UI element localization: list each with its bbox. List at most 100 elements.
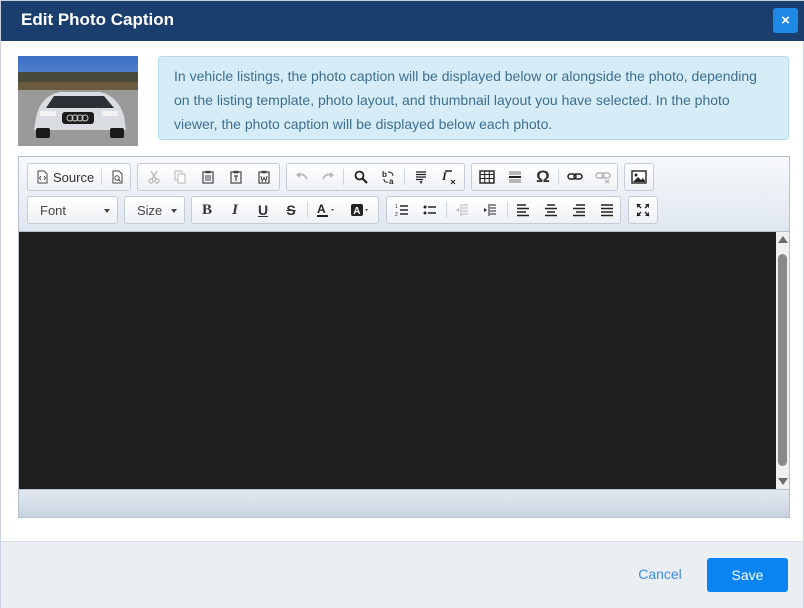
image-group xyxy=(624,163,654,191)
paste-text-button[interactable] xyxy=(225,167,247,187)
clipboard-group xyxy=(137,163,280,191)
svg-text:1: 1 xyxy=(395,204,398,210)
select-all-button[interactable] xyxy=(410,167,432,187)
source-button-label: Source xyxy=(53,169,95,185)
align-center-icon xyxy=(545,204,557,217)
chevron-down-icon xyxy=(171,209,177,213)
toolbar-separator xyxy=(404,169,405,185)
bulleted-list-icon xyxy=(423,205,436,215)
svg-text:A: A xyxy=(353,206,360,217)
preview-button[interactable] xyxy=(106,167,128,187)
basic-styles-group: B I U S A A xyxy=(191,196,379,224)
remove-format-icon: I xyxy=(441,169,456,185)
cancel-button[interactable]: Cancel xyxy=(629,566,691,584)
source-button[interactable]: Source xyxy=(31,167,97,187)
italic-icon: I xyxy=(232,201,238,218)
background-color-button[interactable]: A xyxy=(348,200,376,220)
replace-button[interactable]: b a xyxy=(378,167,400,187)
search-icon xyxy=(354,170,368,184)
align-left-button[interactable] xyxy=(512,200,534,220)
paste-icon xyxy=(202,170,214,184)
caption-rich-text-editor: Source b a I Ω Font Size B I U S A A 1 2 xyxy=(18,156,790,518)
bulleted-list-button[interactable] xyxy=(419,200,441,220)
numbered-list-button[interactable]: 1 2 xyxy=(391,200,413,220)
editing-group: b a I xyxy=(286,163,465,191)
paragraph-group: 1 2 xyxy=(386,196,621,224)
preview-icon xyxy=(112,170,123,184)
editor-scrollbar[interactable] xyxy=(776,232,789,489)
scroll-down-arrow-icon[interactable] xyxy=(778,478,788,485)
align-right-button[interactable] xyxy=(568,200,590,220)
size-select-label: Size xyxy=(137,203,163,218)
scroll-up-arrow-icon[interactable] xyxy=(778,236,788,243)
cut-button[interactable] xyxy=(143,167,165,187)
toolbar-separator xyxy=(446,202,447,218)
document-group: Source xyxy=(27,163,131,191)
replace-icon: b a xyxy=(382,170,394,185)
text-color-icon: A xyxy=(317,202,334,217)
increase-indent-button[interactable] xyxy=(479,200,501,220)
paste-button[interactable] xyxy=(197,167,219,187)
numbered-list-icon: 1 2 xyxy=(395,204,408,217)
view-group xyxy=(628,196,658,224)
justify-icon xyxy=(601,204,613,217)
svg-text:a: a xyxy=(389,177,394,185)
editor-status-bar xyxy=(19,489,789,517)
info-notice-text: In vehicle listings, the photo caption w… xyxy=(174,68,757,132)
bold-button[interactable]: B xyxy=(196,200,218,220)
align-right-icon xyxy=(573,204,585,217)
dialog-titlebar: Edit Photo Caption × xyxy=(1,1,804,41)
background-color-icon: A xyxy=(351,204,368,217)
undo-button[interactable] xyxy=(291,167,313,187)
select-all-icon xyxy=(416,171,426,184)
find-button[interactable] xyxy=(350,167,372,187)
save-button[interactable]: Save xyxy=(707,558,788,592)
dialog-footer: Cancel Save xyxy=(1,541,803,608)
paste-from-word-icon xyxy=(258,170,270,184)
strikethrough-button[interactable]: S xyxy=(280,200,302,220)
align-left-icon xyxy=(517,204,529,217)
dialog-title: Edit Photo Caption xyxy=(21,10,174,29)
justify-button[interactable] xyxy=(596,200,618,220)
car-photo-icon xyxy=(18,56,138,146)
link-button[interactable] xyxy=(564,167,586,187)
copy-icon xyxy=(174,170,186,184)
link-icon xyxy=(567,173,583,180)
paste-from-word-button[interactable] xyxy=(253,167,275,187)
size-select[interactable]: Size xyxy=(124,196,185,224)
font-select-label: Font xyxy=(40,203,67,218)
maximize-icon xyxy=(636,203,650,217)
toolbar-separator xyxy=(558,169,559,185)
svg-text:2: 2 xyxy=(395,212,398,217)
image-button[interactable] xyxy=(628,167,650,187)
font-select[interactable]: Font xyxy=(27,196,118,224)
undo-icon xyxy=(296,172,308,180)
editor-content-area[interactable] xyxy=(19,232,776,489)
underline-button[interactable]: U xyxy=(252,200,274,220)
close-button[interactable]: × xyxy=(773,8,798,33)
close-icon: × xyxy=(781,12,790,29)
source-icon xyxy=(37,170,48,184)
scrollbar-thumb[interactable] xyxy=(778,254,787,466)
bold-icon: B xyxy=(201,201,212,218)
chevron-down-icon xyxy=(104,209,110,213)
edit-photo-caption-dialog: Edit Photo Caption × In vehicle listings… xyxy=(0,0,804,608)
unlink-icon xyxy=(595,172,611,184)
horizontal-rule-button[interactable] xyxy=(504,167,526,187)
toolbar-separator xyxy=(507,202,508,218)
copy-button[interactable] xyxy=(169,167,191,187)
maximize-button[interactable] xyxy=(632,200,654,220)
decrease-indent-button[interactable] xyxy=(451,200,473,220)
redo-button[interactable] xyxy=(317,167,339,187)
svg-text:b: b xyxy=(382,170,387,179)
align-center-button[interactable] xyxy=(540,200,562,220)
info-notice: In vehicle listings, the photo caption w… xyxy=(158,56,789,140)
remove-format-button[interactable]: I xyxy=(438,167,460,187)
table-button[interactable] xyxy=(476,167,498,187)
table-icon xyxy=(479,170,495,184)
unlink-button[interactable] xyxy=(592,167,614,187)
special-character-button[interactable]: Ω xyxy=(532,167,554,187)
decrease-indent-icon xyxy=(456,204,468,216)
text-color-button[interactable]: A xyxy=(314,200,342,220)
italic-button[interactable]: I xyxy=(224,200,246,220)
